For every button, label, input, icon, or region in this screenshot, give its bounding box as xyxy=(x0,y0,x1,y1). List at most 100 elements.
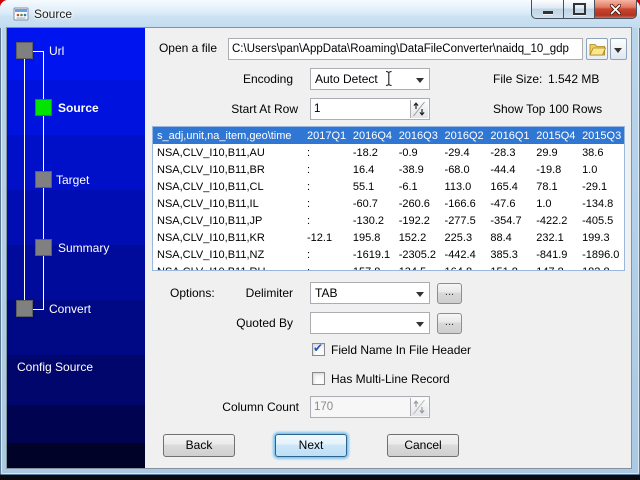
table-cell: -2305.2 xyxy=(398,248,436,261)
table-cell: 147.8 xyxy=(532,263,578,271)
quoted-by-combobox[interactable] xyxy=(310,312,430,334)
table-row[interactable]: NSA,CLV_I10,B11,KR -12.1 195.8 152.2 225.3 88… xyxy=(153,229,624,246)
step-indicator-source[interactable] xyxy=(35,99,52,116)
column-count-input: 170 xyxy=(310,396,430,418)
minimize-button[interactable] xyxy=(531,0,563,19)
column-header[interactable]: 2016Q3 xyxy=(394,127,441,144)
table-cell: -0.9 xyxy=(398,146,418,159)
table-cell: NSA,CLV_I10,B11,KR xyxy=(157,231,265,244)
start-at-row-label: Start At Row xyxy=(231,102,298,116)
delimiter-more-button[interactable]: ... xyxy=(437,283,462,304)
table-cell: -18.2 xyxy=(352,146,378,159)
file-path-value: C:\Users\pan\AppData\Roaming\DataFileCon… xyxy=(232,43,569,55)
spinner-control[interactable] xyxy=(410,100,428,118)
table-cell: -405.5 xyxy=(582,214,614,227)
sidebar-item-source[interactable]: Source xyxy=(58,101,99,115)
table-row[interactable]: NSA,CLV_I10,B11,NZ: -1619.1 -2305.2 -442.4 3… xyxy=(153,246,624,263)
table-cell: 225.3 xyxy=(444,231,473,244)
check-icon: ✔ xyxy=(313,341,324,355)
table-cell: -134.8 xyxy=(582,197,614,210)
sidebar-item-convert[interactable]: Convert xyxy=(49,302,91,316)
file-size-value: 1.542 MB xyxy=(548,72,600,86)
table-cell: 164.8 xyxy=(441,263,487,271)
field-name-checkbox[interactable]: ✔ xyxy=(312,341,325,356)
sidebar-item-url[interactable]: Url xyxy=(49,44,64,58)
window-controls xyxy=(531,0,637,19)
table-cell: : xyxy=(307,146,311,159)
table-row[interactable]: NSA,CLV_I10,B11,AU: -18.2 -0.9 -29.4 -28.3 29… xyxy=(153,144,624,161)
step-indicator-url[interactable] xyxy=(16,42,33,59)
table-cell: -166.6 xyxy=(444,197,476,210)
titlebar[interactable]: Source xyxy=(0,0,640,28)
table-cell: -192.2 xyxy=(398,214,430,227)
field-name-checkbox-label[interactable]: Field Name In File Header xyxy=(331,343,471,357)
table-row[interactable]: NSA,CLV_I10,B11,RU:157.8134.5164.8151.81… xyxy=(153,263,624,271)
maximize-button[interactable] xyxy=(563,0,595,19)
table-cell: -1619.1 xyxy=(352,248,391,261)
multiline-checkbox[interactable]: ✔ xyxy=(312,372,325,385)
step-indicator-summary[interactable] xyxy=(35,239,52,256)
column-header[interactable]: 2015Q3 xyxy=(578,127,624,144)
table-cell: 134.5 xyxy=(395,263,441,271)
column-header[interactable]: 2016Q4 xyxy=(348,127,395,144)
sidebar-item-target[interactable]: Target xyxy=(56,173,89,187)
spinner-control-disabled xyxy=(410,398,428,416)
table-cell: NSA,CLV_I10,B11,CL xyxy=(157,180,264,193)
table-row[interactable]: NSA,CLV_I10,B11,IL: -60.7 -260.6 -166.6 -47.… xyxy=(153,195,624,212)
app-window: Source Url Source Target Summary Convert… xyxy=(0,0,640,475)
table-cell: : xyxy=(307,163,311,176)
tree-line xyxy=(24,59,25,301)
table-cell: 78.1 xyxy=(536,180,558,193)
table-row[interactable]: NSA,CLV_I10,B11,CL: 55.1 -6.1 113.0 165.4 78.… xyxy=(153,178,624,195)
table-cell: 1.0 xyxy=(536,197,552,210)
delimiter-value: TAB xyxy=(315,286,338,300)
quoted-by-more-button[interactable]: ... xyxy=(437,313,462,334)
table-row[interactable]: NSA,CLV_I10,B11,BR: 16.4 -38.9 -68.0 -44.4 -1… xyxy=(153,161,624,178)
quoted-by-label: Quoted By xyxy=(236,316,293,330)
table-cell: -29.4 xyxy=(444,146,470,159)
table-cell: -38.9 xyxy=(398,163,424,176)
text-cursor xyxy=(384,70,394,92)
column-header[interactable]: 2017Q1 xyxy=(303,127,349,144)
table-cell: 16.4 xyxy=(352,163,375,176)
table-cell: -841.9 xyxy=(536,248,568,261)
table-cell: NSA,CLV_I10,B11,IL xyxy=(157,197,259,210)
column-header[interactable]: s_adj,unit,na_item,geo\time xyxy=(153,127,303,144)
window-title: Source xyxy=(34,7,73,21)
open-file-label: Open a file xyxy=(158,41,217,55)
table-cell: : xyxy=(307,197,311,210)
table-cell: 165.4 xyxy=(490,180,518,193)
column-header[interactable]: 2016Q2 xyxy=(440,127,487,144)
column-header[interactable]: 2015Q4 xyxy=(532,127,579,144)
start-row-input[interactable]: 1 xyxy=(310,98,430,120)
preview-table[interactable]: s_adj,unit,na_item,geo\time 2017Q1 2016Q4 2… xyxy=(152,126,625,271)
table-cell: -442.4 xyxy=(444,248,476,261)
cancel-button[interactable]: Cancel xyxy=(387,434,459,457)
close-button[interactable] xyxy=(595,0,637,19)
back-button[interactable]: Back xyxy=(163,434,235,457)
table-cell: -1896.0 xyxy=(582,248,620,261)
table-cell: -12.1 xyxy=(307,231,333,244)
table-row[interactable]: NSA,CLV_I10,B11,JP: -130.2 -192.2 -277.5 -35… xyxy=(153,212,624,229)
table-cell: -68.0 xyxy=(444,163,470,176)
table-cell: 1.0 xyxy=(582,163,598,176)
screen: Source Url Source Target Summary Convert… xyxy=(0,0,640,480)
next-button[interactable]: Next xyxy=(275,434,347,457)
table-cell: -47.6 xyxy=(490,197,516,210)
table-cell: 55.1 xyxy=(352,180,375,193)
step-indicator-convert[interactable] xyxy=(16,300,33,317)
multiline-checkbox-label[interactable]: Has Multi-Line Record xyxy=(331,372,450,386)
file-path-input[interactable]: C:\Users\pan\AppData\Roaming\DataFileCon… xyxy=(228,38,583,60)
table-cell: 232.1 xyxy=(536,231,564,244)
file-dropdown-button[interactable] xyxy=(610,38,627,60)
table-cell: 113.0 xyxy=(444,180,472,193)
step-indicator-target[interactable] xyxy=(35,171,52,188)
column-header[interactable]: 2016Q1 xyxy=(486,127,533,144)
folder-open-icon xyxy=(588,44,606,56)
tree-line xyxy=(33,51,44,52)
sidebar-item-summary[interactable]: Summary xyxy=(58,241,109,255)
browse-folder-button[interactable] xyxy=(586,38,608,60)
encoding-combobox[interactable]: Auto Detect xyxy=(310,68,430,90)
config-source-label: Config Source xyxy=(17,360,94,374)
delimiter-combobox[interactable]: TAB xyxy=(310,282,430,304)
